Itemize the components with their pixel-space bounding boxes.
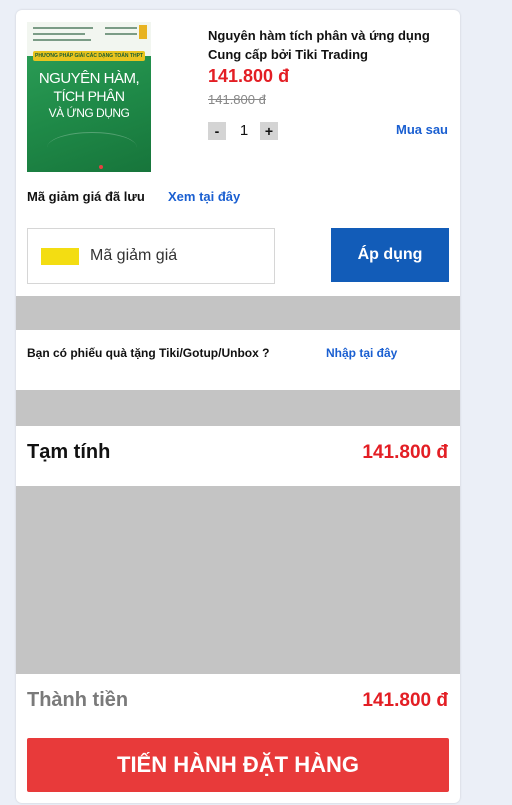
product-title[interactable]: Nguyên hàm tích phân và ứng dụng bbox=[208, 26, 430, 45]
cover-decoration bbox=[47, 132, 137, 163]
apply-coupon-button[interactable]: Áp dụng bbox=[331, 228, 449, 282]
divider-block bbox=[16, 486, 460, 674]
view-saved-coupons-link[interactable]: Xem tại đây bbox=[168, 189, 240, 204]
product-seller: Cung cấp bởi Tiki Trading bbox=[208, 47, 368, 62]
save-for-later-link[interactable]: Mua sau bbox=[396, 122, 448, 137]
product-price: 141.800 đ bbox=[208, 66, 290, 86]
coupon-field[interactable] bbox=[27, 228, 275, 284]
cart-card: PHƯƠNG PHÁP GIẢI CÁC DẠNG TOÁN THPT NGUY… bbox=[16, 10, 460, 803]
cover-ribbon: PHƯƠNG PHÁP GIẢI CÁC DẠNG TOÁN THPT bbox=[33, 51, 145, 61]
total-label: Thành tiền bbox=[27, 689, 129, 711]
quantity-decrease-button[interactable]: - bbox=[208, 122, 226, 140]
cover-title-line1: NGUYÊN HÀM, bbox=[38, 70, 140, 87]
total-value: 141.800 đ bbox=[362, 690, 448, 711]
cover-title-line3: VÀ ỨNG DỤNG bbox=[48, 106, 130, 120]
publisher-badge-icon bbox=[139, 25, 147, 39]
subtotal-value: 141.800 đ bbox=[362, 442, 448, 463]
divider-block bbox=[16, 390, 460, 426]
quantity-increase-button[interactable]: + bbox=[260, 122, 278, 140]
cover-title-line2: TÍCH PHÂN bbox=[53, 88, 125, 104]
quantity-value[interactable]: 1 bbox=[236, 122, 252, 140]
enter-gift-voucher-link[interactable]: Nhập tại đây bbox=[326, 346, 397, 360]
coupon-input[interactable] bbox=[90, 241, 260, 271]
cover-dot bbox=[99, 165, 103, 169]
product-old-price: 141.800 đ bbox=[208, 92, 266, 107]
divider-block bbox=[16, 296, 460, 330]
subtotal-label: Tạm tính bbox=[27, 441, 111, 463]
gift-voucher-question: Bạn có phiếu quà tặng Tiki/Gotup/Unbox ? bbox=[27, 346, 270, 360]
product-cover-image[interactable]: PHƯƠNG PHÁP GIẢI CÁC DẠNG TOÁN THPT NGUY… bbox=[27, 22, 151, 172]
checkout-button[interactable]: TIẾN HÀNH ĐẶT HÀNG bbox=[27, 738, 449, 792]
saved-coupons-label: Mã giảm giá đã lưu bbox=[27, 189, 145, 204]
coupon-ticket-icon bbox=[41, 248, 79, 265]
